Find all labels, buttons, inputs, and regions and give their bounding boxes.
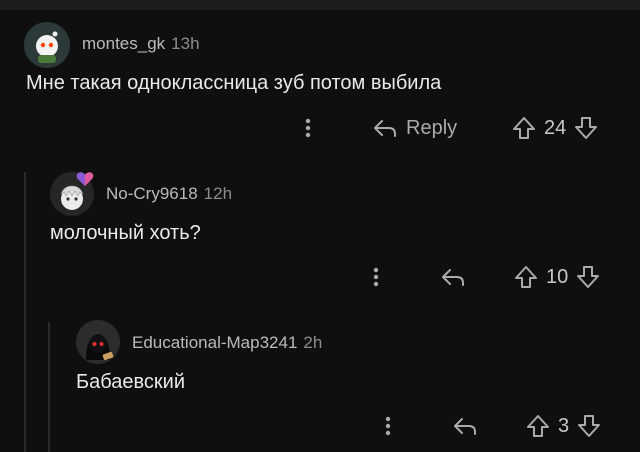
more-icon xyxy=(305,118,311,138)
reply-icon xyxy=(442,269,464,286)
timestamp: 2h xyxy=(303,333,323,352)
vote-controls: 10 xyxy=(514,262,600,292)
more-icon xyxy=(373,267,379,287)
reply-label: Reply xyxy=(406,116,458,139)
reply-button[interactable] xyxy=(452,411,478,441)
snoo-avatar-icon xyxy=(76,320,120,364)
avatar[interactable] xyxy=(24,22,70,68)
heart-icon xyxy=(76,172,94,186)
more-options-button[interactable] xyxy=(300,113,316,143)
reply-icon xyxy=(374,120,396,137)
more-icon xyxy=(385,416,391,436)
downvote-icon[interactable] xyxy=(577,413,601,439)
snoo-avatar-icon xyxy=(24,22,70,68)
comment-body: Бабаевский xyxy=(76,371,185,393)
vote-count: 3 xyxy=(558,414,570,437)
comment-author[interactable]: montes_gk 13h xyxy=(82,34,200,54)
username[interactable]: Educational-Map3241 xyxy=(132,333,297,352)
comment-body: молочный хоть? xyxy=(50,222,201,244)
vote-count: 10 xyxy=(546,265,569,288)
upvote-icon[interactable] xyxy=(514,264,538,290)
comment-author[interactable]: No-Cry9618 12h xyxy=(106,184,232,204)
comment-body: Мне такая одноклассница зуб потом выбила xyxy=(26,72,442,94)
reply-icon xyxy=(454,418,476,435)
comment-actions: Reply 24 xyxy=(0,113,640,143)
timestamp: 13h xyxy=(171,34,200,53)
top-bar xyxy=(0,0,640,10)
upvote-icon[interactable] xyxy=(526,413,550,439)
downvote-icon[interactable] xyxy=(576,264,600,290)
vote-count: 24 xyxy=(544,116,567,139)
more-options-button[interactable] xyxy=(380,411,396,441)
comment-actions: 10 xyxy=(0,262,640,292)
more-options-button[interactable] xyxy=(368,262,384,292)
avatar[interactable] xyxy=(76,320,120,364)
vote-controls: 24 xyxy=(512,113,598,143)
reply-button[interactable] xyxy=(440,262,466,292)
reply-button[interactable]: Reply xyxy=(372,113,457,143)
comment-author[interactable]: Educational-Map3241 2h xyxy=(132,333,322,353)
comment-actions: 3 xyxy=(0,411,640,441)
upvote-icon[interactable] xyxy=(512,115,536,141)
downvote-icon[interactable] xyxy=(574,115,598,141)
thread-line-level1[interactable] xyxy=(24,172,26,452)
timestamp: 12h xyxy=(203,184,233,203)
username[interactable]: No-Cry9618 xyxy=(106,184,198,203)
vote-controls: 3 xyxy=(526,411,601,441)
username[interactable]: montes_gk xyxy=(82,34,165,53)
